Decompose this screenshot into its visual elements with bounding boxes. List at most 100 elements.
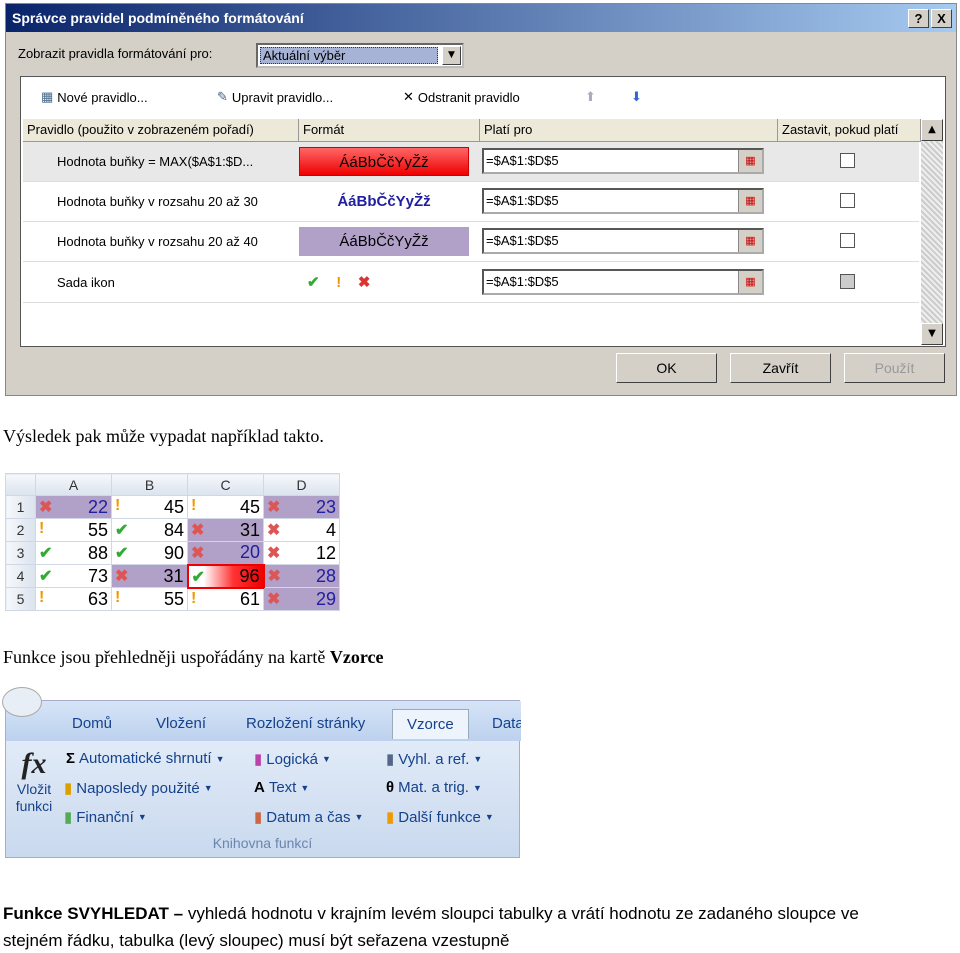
cell[interactable]: ! 45 <box>111 495 188 519</box>
range-picker-icon[interactable]: ▦ <box>738 230 762 252</box>
cell[interactable]: ✖ 28 <box>263 564 340 588</box>
item-label: Finanční <box>76 808 134 826</box>
column-header-applies[interactable]: Platí pro <box>480 119 778 142</box>
delete-rule-button[interactable]: ✕ Odstranit pravidlo <box>403 89 520 105</box>
cross-icon: ✖ <box>267 545 281 562</box>
result-paragraph: Výsledek pak může vypadat například takt… <box>3 426 324 446</box>
chevron-down-icon[interactable]: ▼ <box>442 46 461 65</box>
format-preview: ÁáBbČčYyŽž <box>299 147 469 176</box>
stop-if-true-checkbox[interactable] <box>840 153 855 168</box>
tab-formulas[interactable]: Vzorce <box>392 709 469 739</box>
date-time-button[interactable]: ▮ Datum a čas ▼ <box>254 808 363 827</box>
column-header[interactable]: C <box>187 473 264 496</box>
tab-insert[interactable]: Vložení <box>156 715 206 732</box>
scroll-up-icon[interactable]: ▲ <box>921 119 943 141</box>
tab-data[interactable]: Data <box>492 715 521 732</box>
new-rule-button[interactable]: ▦ Nové pravidlo... <box>41 89 148 105</box>
row-header[interactable]: 1 <box>5 495 36 519</box>
check-icon: ✔ <box>307 274 320 291</box>
rule-text: Hodnota buňky = MAX($A$1:$D... <box>57 154 254 169</box>
sheet-row: 1 ✖ 22! 45! 45 ✖ 23 <box>5 495 340 519</box>
rule-row[interactable]: Sada ikon ✔ ! ✖ =$A$1:$D$5 ▦ <box>23 263 919 303</box>
column-header[interactable]: A <box>35 473 112 496</box>
tab-home[interactable]: Domů <box>72 715 112 732</box>
cell[interactable]: ✔ 73 <box>35 564 112 588</box>
applies-value: =$A$1:$D$5 <box>486 233 559 248</box>
insert-function-button[interactable]: fx Vložit funkci <box>12 747 56 815</box>
row-header[interactable]: 4 <box>5 564 36 588</box>
stop-if-true-checkbox[interactable] <box>840 193 855 208</box>
move-down-button[interactable]: ⬇ <box>631 89 642 105</box>
applies-to-input[interactable]: =$A$1:$D$5 ▦ <box>482 269 764 295</box>
close-button[interactable]: X <box>931 9 952 28</box>
cell[interactable]: ! 55 <box>35 518 112 542</box>
move-up-button[interactable]: ⬆ <box>585 89 596 105</box>
cell[interactable]: ! 61 <box>187 587 264 611</box>
tab-page-layout[interactable]: Rozložení stránky <box>246 715 365 732</box>
range-picker-icon[interactable]: ▦ <box>738 150 762 172</box>
column-header-stop[interactable]: Zastavit, pokud platí <box>778 119 921 142</box>
cell[interactable]: ! 63 <box>35 587 112 611</box>
applies-value: =$A$1:$D$5 <box>486 193 559 208</box>
more-functions-button[interactable]: ▮ Další funkce ▼ <box>386 808 494 827</box>
cell[interactable]: ✖ 31 <box>111 564 188 588</box>
cell[interactable]: ✔ 96 <box>186 563 265 589</box>
ok-button[interactable]: OK <box>616 353 717 383</box>
rule-row[interactable]: Hodnota buňky v rozsahu 20 až 30 ÁáBbČčY… <box>23 182 919 222</box>
cell[interactable]: ✖ 12 <box>263 541 340 565</box>
cross-icon: ✖ <box>267 522 281 539</box>
cell[interactable]: ✔ 90 <box>111 541 188 565</box>
cell[interactable]: ✖ 23 <box>263 495 340 519</box>
cell[interactable]: ✖ 4 <box>263 518 340 542</box>
item-label: Text <box>268 779 297 796</box>
column-header[interactable]: B <box>111 473 188 496</box>
applies-to-input[interactable]: =$A$1:$D$5 ▦ <box>482 228 764 254</box>
cell[interactable]: ! 55 <box>111 587 188 611</box>
edit-rule-icon: ✎ <box>217 89 228 104</box>
math-trig-button[interactable]: θ Mat. a trig. ▼ <box>386 779 482 796</box>
recently-used-button[interactable]: ▮ Naposledy použité ▼ <box>64 779 213 798</box>
stop-if-true-checkbox[interactable] <box>840 233 855 248</box>
scrollbar[interactable]: ▲ ▼ <box>921 119 943 345</box>
cell[interactable]: ✖ 22 <box>35 495 112 519</box>
text-button[interactable]: A Text ▼ <box>254 779 309 796</box>
sigma-icon: Σ <box>66 750 76 767</box>
cell[interactable]: ✖ 31 <box>187 518 264 542</box>
spreadsheet-example: A B C D 1 ✖ 22! 45! 45 ✖ 23 2! 55 ✔ 84 ✖ 31 ✖ 4 3 ✔ 88 ✔ 90 ✖ 20 ✖… <box>5 473 340 611</box>
applies-to-input[interactable]: =$A$1:$D$5 ▦ <box>482 188 764 214</box>
rule-text: Hodnota buňky v rozsahu 20 až 40 <box>57 234 258 249</box>
row-header[interactable]: 5 <box>5 587 36 611</box>
help-button[interactable]: ? <box>908 9 929 28</box>
applies-to-input[interactable]: =$A$1:$D$5 ▦ <box>482 148 764 174</box>
rule-row[interactable]: Hodnota buňky = MAX($A$1:$D... ÁáBbČčYyŽ… <box>23 142 919 182</box>
close-dialog-button[interactable]: Zavřít <box>730 353 831 383</box>
office-button[interactable] <box>2 687 42 717</box>
formulas-paragraph: Funkce jsou přehledněji uspořádány na ka… <box>3 647 384 668</box>
range-picker-icon[interactable]: ▦ <box>738 190 762 212</box>
applies-value: =$A$1:$D$5 <box>486 153 559 168</box>
cell[interactable]: ! 45 <box>187 495 264 519</box>
range-picker-icon[interactable]: ▦ <box>738 271 762 293</box>
cell[interactable]: ✔ 84 <box>111 518 188 542</box>
scroll-down-icon[interactable]: ▼ <box>921 323 943 345</box>
financial-button[interactable]: ▮ Finanční ▼ <box>64 808 147 827</box>
show-rules-dropdown[interactable]: Aktuální výběr ▼ <box>256 43 464 68</box>
autosum-button[interactable]: Σ Automatické shrnutí ▼ <box>66 750 225 767</box>
new-rule-label: Nové pravidlo... <box>57 89 148 105</box>
logical-button[interactable]: ▮ Logická ▼ <box>254 750 331 769</box>
lookup-button[interactable]: ▮ Vyhl. a ref. ▼ <box>386 750 482 769</box>
select-all-corner[interactable] <box>5 473 36 496</box>
edit-rule-button[interactable]: ✎ Upravit pravidlo... <box>217 89 333 105</box>
formulas-ribbon: Domů Vložení Rozložení stránky Vzorce Da… <box>2 687 521 858</box>
row-header[interactable]: 3 <box>5 541 36 565</box>
cell[interactable]: ✔ 88 <box>35 541 112 565</box>
sheet-row: 5! 63! 55! 61 ✖ 29 <box>5 587 340 611</box>
cell[interactable]: ✖ 29 <box>263 587 340 611</box>
column-header-format[interactable]: Formát <box>299 119 480 142</box>
cell-value: 55 <box>87 519 108 540</box>
cell[interactable]: ✖ 20 <box>187 541 264 565</box>
column-header[interactable]: D <box>263 473 340 496</box>
row-header[interactable]: 2 <box>5 518 36 542</box>
rule-row[interactable]: Hodnota buňky v rozsahu 20 až 40 ÁáBbČčY… <box>23 222 919 262</box>
column-header-rule[interactable]: Pravidlo (použito v zobrazeném pořadí) <box>23 119 299 142</box>
